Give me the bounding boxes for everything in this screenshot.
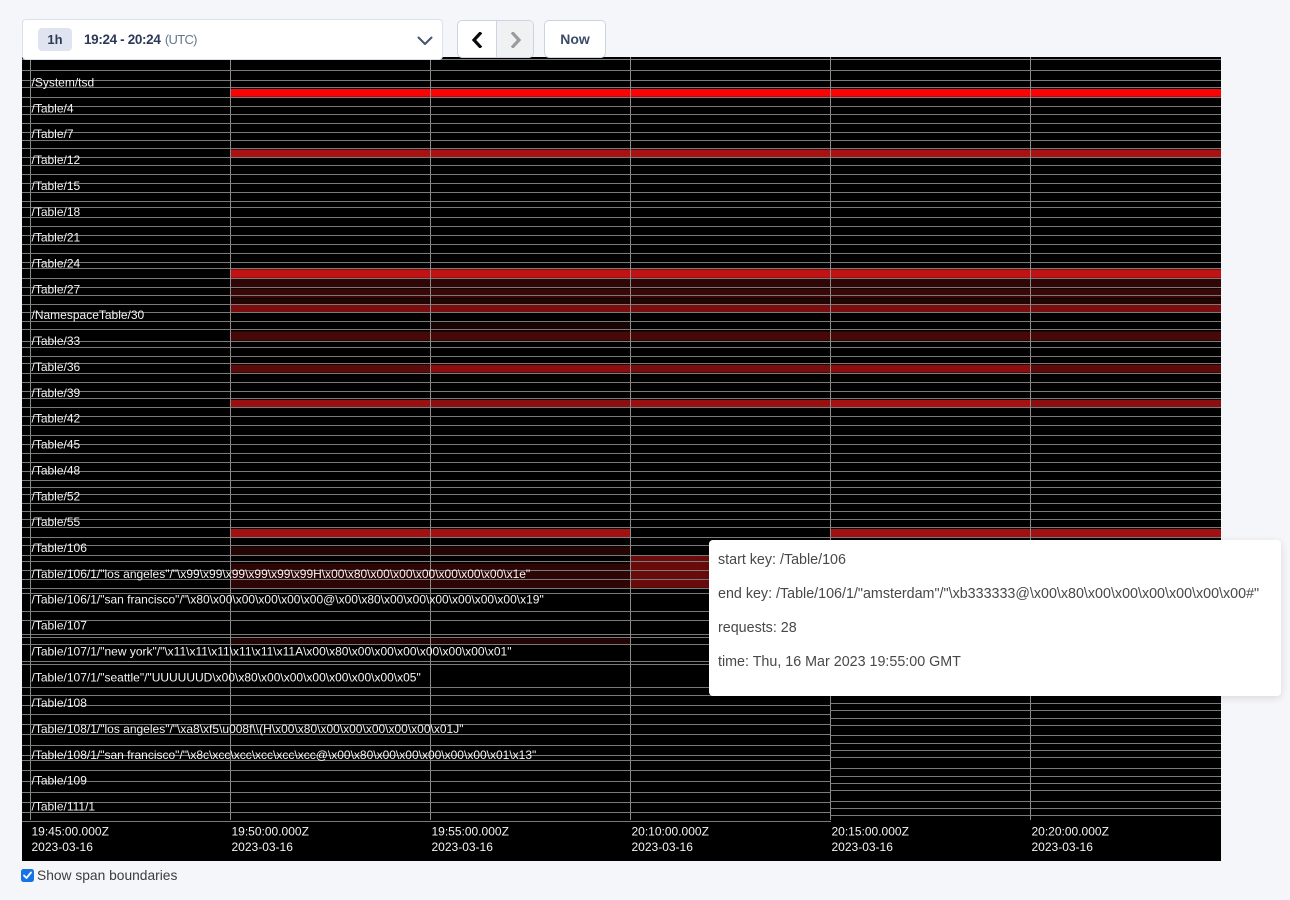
svg-text:/Table/15: /Table/15 [32,179,81,193]
svg-text:19:45:00.000Z: 19:45:00.000Z [32,825,109,839]
svg-text:2023-03-16: 2023-03-16 [1032,840,1094,854]
svg-text:/Table/52: /Table/52 [32,489,81,503]
svg-text:/Table/18: /Table/18 [32,205,81,219]
svg-text:/Table/55: /Table/55 [32,515,81,529]
svg-text:/Table/45: /Table/45 [32,438,81,452]
svg-text:2023-03-16: 2023-03-16 [632,840,694,854]
svg-text:/Table/108/1/"los angeles"/"\x: /Table/108/1/"los angeles"/"\xa8\xf5\u00… [32,722,464,736]
svg-text:/Table/106/1/"los angeles"/"\x: /Table/106/1/"los angeles"/"\x99\x99\x99… [32,567,531,581]
svg-text:/System/tsd: /System/tsd [32,76,95,90]
svg-text:20:20:00.000Z: 20:20:00.000Z [1032,825,1109,839]
svg-text:19:50:00.000Z: 19:50:00.000Z [232,825,309,839]
svg-text:/Table/111/1: /Table/111/1 [32,800,96,814]
svg-text:/Table/24: /Table/24 [32,257,81,271]
svg-text:19:55:00.000Z: 19:55:00.000Z [432,825,509,839]
svg-text:/NamespaceTable/30: /NamespaceTable/30 [32,308,145,322]
svg-text:/Table/109: /Table/109 [32,774,88,788]
svg-text:/Table/107/1/"new york"/"\x11\: /Table/107/1/"new york"/"\x11\x11\x11\x1… [32,644,512,658]
svg-text:2023-03-16: 2023-03-16 [32,840,94,854]
svg-text:/Table/12: /Table/12 [32,153,81,167]
svg-text:/Table/4: /Table/4 [32,101,74,115]
svg-text:/Table/36: /Table/36 [32,360,81,374]
svg-text:/Table/48: /Table/48 [32,463,81,477]
svg-text:/Table/107/1/"seattle"/"UUUUUU: /Table/107/1/"seattle"/"UUUUUUD\x00\x80\… [32,670,421,684]
svg-text:20:10:00.000Z: 20:10:00.000Z [632,825,709,839]
svg-text:/Table/106/1/"san francisco"/": /Table/106/1/"san francisco"/"\x80\x00\x… [32,593,544,607]
svg-text:/Table/108/1/"san francisco"/": /Table/108/1/"san francisco"/"\x8c\xcc\x… [32,748,537,762]
svg-text:/Table/33: /Table/33 [32,334,81,348]
svg-text:/Table/107: /Table/107 [32,619,88,633]
svg-text:/Table/7: /Table/7 [32,127,74,141]
svg-text:/Table/42: /Table/42 [32,412,81,426]
svg-text:/Table/106: /Table/106 [32,541,88,555]
svg-text:/Table/21: /Table/21 [32,231,81,245]
svg-text:2023-03-16: 2023-03-16 [432,840,494,854]
svg-text:/Table/39: /Table/39 [32,386,81,400]
svg-text:2023-03-16: 2023-03-16 [232,840,294,854]
svg-text:/Table/108: /Table/108 [32,696,88,710]
svg-text:20:15:00.000Z: 20:15:00.000Z [832,825,909,839]
svg-text:2023-03-16: 2023-03-16 [832,840,894,854]
svg-text:/Table/27: /Table/27 [32,282,81,296]
